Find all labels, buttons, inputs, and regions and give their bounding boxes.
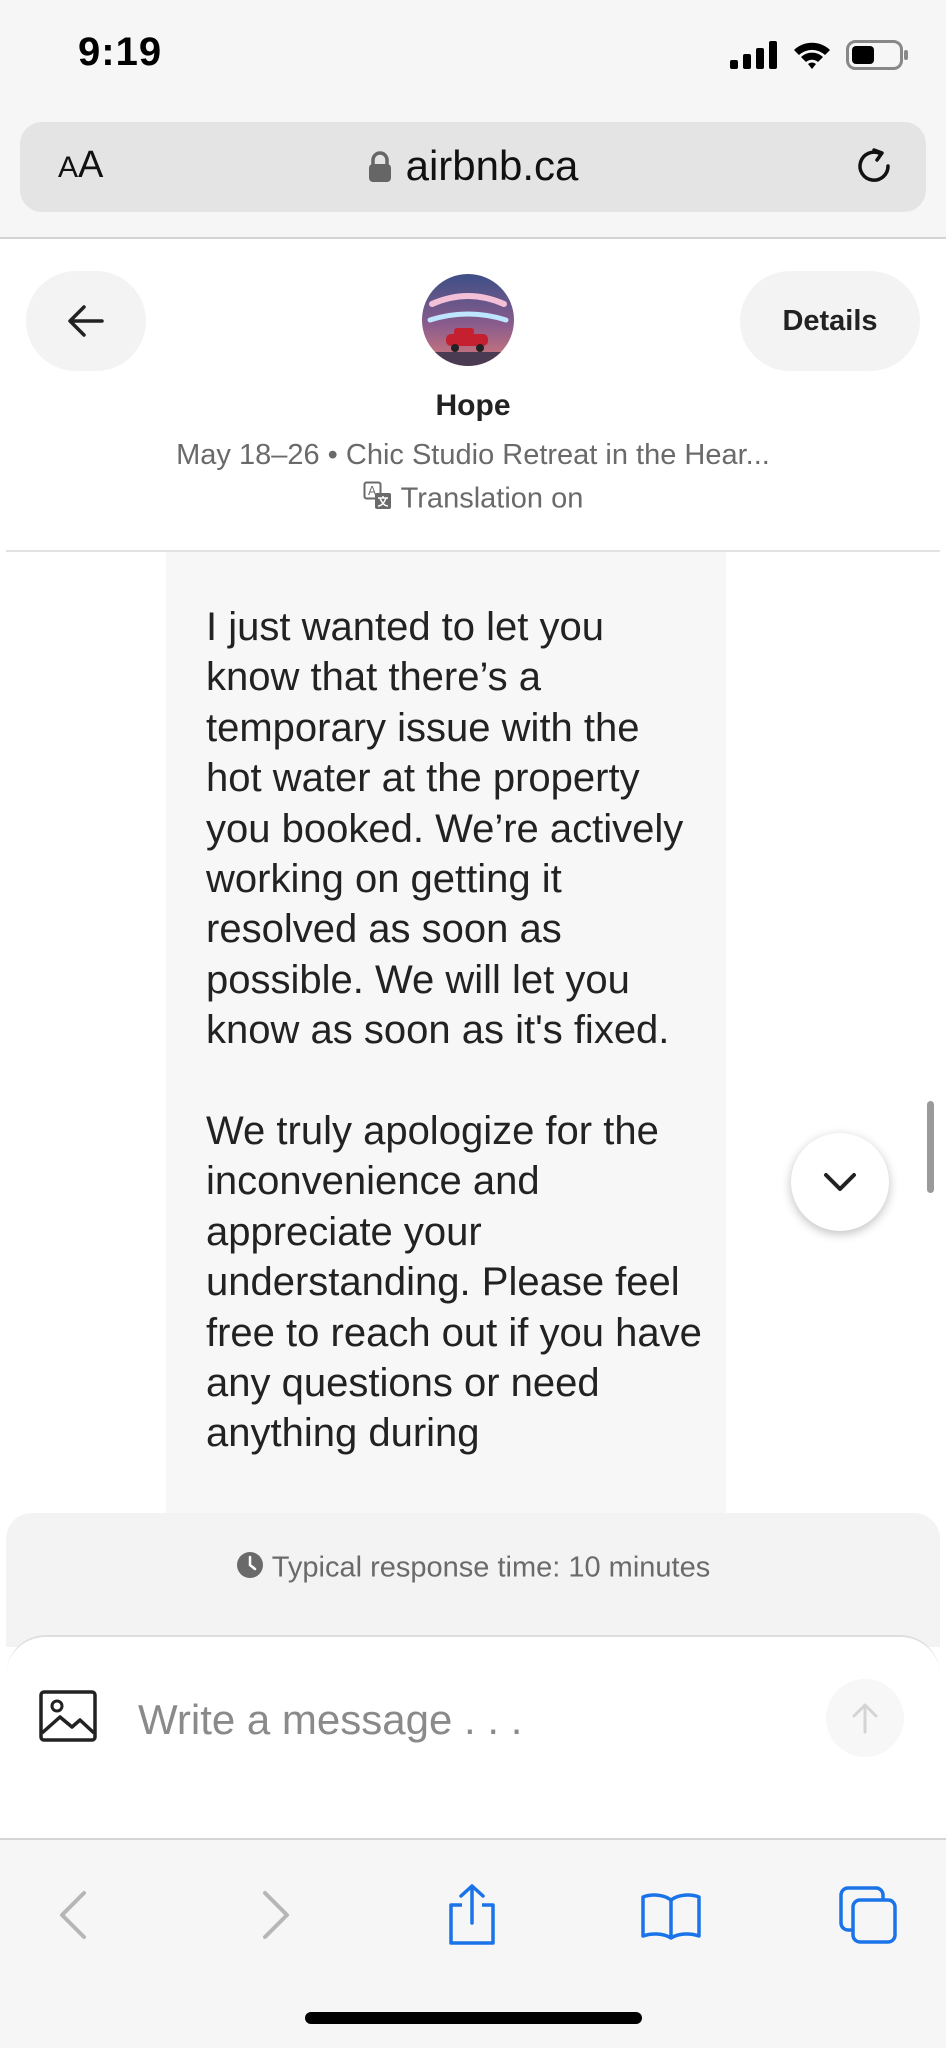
back-nav-button[interactable]	[38, 1880, 108, 1950]
home-indicator[interactable]	[305, 2012, 642, 2024]
arrow-left-icon	[68, 305, 104, 337]
chevron-left-icon	[60, 1891, 86, 1939]
airbnb-message-page: Details Hope May 18–26 • Chic Studio Ret…	[0, 239, 946, 1842]
scrollbar[interactable]	[927, 1101, 934, 1193]
response-time: Typical response time: 10 minutes	[6, 1551, 940, 1587]
browser-toolbar	[0, 1840, 946, 2048]
reload-icon[interactable]	[852, 144, 896, 193]
wifi-icon	[794, 42, 830, 69]
book-icon	[641, 1893, 701, 1940]
chevron-down-icon	[824, 1173, 856, 1191]
add-photo-button[interactable]	[38, 1689, 98, 1748]
clock-icon	[236, 1551, 264, 1587]
message-input[interactable]	[136, 1687, 800, 1753]
message-thread[interactable]: I just wanted to let you know that there…	[0, 552, 946, 1513]
conversation-header: Details Hope May 18–26 • Chic Studio Ret…	[0, 239, 946, 552]
tabs-icon	[839, 1886, 897, 1944]
arrow-up-icon	[852, 1703, 878, 1734]
battery-icon	[846, 40, 908, 70]
chevron-right-icon	[263, 1891, 289, 1939]
status-icons	[730, 40, 910, 70]
lock-icon	[368, 145, 392, 193]
scroll-to-bottom-button[interactable]	[791, 1133, 889, 1231]
host-name: Hope	[435, 389, 511, 422]
url-text: airbnb.ca	[405, 142, 579, 189]
cellular-signal-icon	[730, 41, 777, 69]
message-bubble: I just wanted to let you know that there…	[166, 552, 726, 1513]
host-avatar[interactable]	[422, 274, 514, 366]
translation-label: Translation on	[400, 482, 584, 515]
response-time-panel: Typical response time: 10 minutes	[6, 1513, 940, 1647]
share-icon	[449, 1884, 495, 1945]
forward-nav-button[interactable]	[241, 1880, 311, 1950]
message-paragraph: I just wanted to let you know that there…	[206, 605, 684, 1053]
address-bar[interactable]: AA airbnb.ca	[20, 122, 926, 212]
url-display[interactable]: airbnb.ca	[20, 142, 926, 193]
response-time-label: Typical response time: 10 minutes	[271, 1551, 711, 1584]
bookmarks-button[interactable]	[636, 1880, 706, 1950]
details-button[interactable]: Details	[740, 271, 920, 371]
message-composer	[6, 1635, 940, 1842]
message-paragraph: We truly apologize for the inconvenience…	[206, 1109, 702, 1456]
share-button[interactable]	[437, 1880, 507, 1950]
translate-icon: A	[363, 481, 393, 519]
image-icon	[39, 1690, 97, 1742]
status-bar: 9:19	[0, 0, 946, 116]
tabs-button[interactable]	[833, 1880, 903, 1950]
send-button[interactable]	[826, 1679, 904, 1757]
status-time: 9:19	[78, 30, 163, 74]
message-text: I just wanted to let you know that there…	[206, 602, 706, 1509]
translation-status[interactable]: A Translation on	[0, 481, 946, 519]
trip-info[interactable]: May 18–26 • Chic Studio Retreat in the H…	[0, 439, 946, 472]
back-button[interactable]	[26, 271, 146, 371]
